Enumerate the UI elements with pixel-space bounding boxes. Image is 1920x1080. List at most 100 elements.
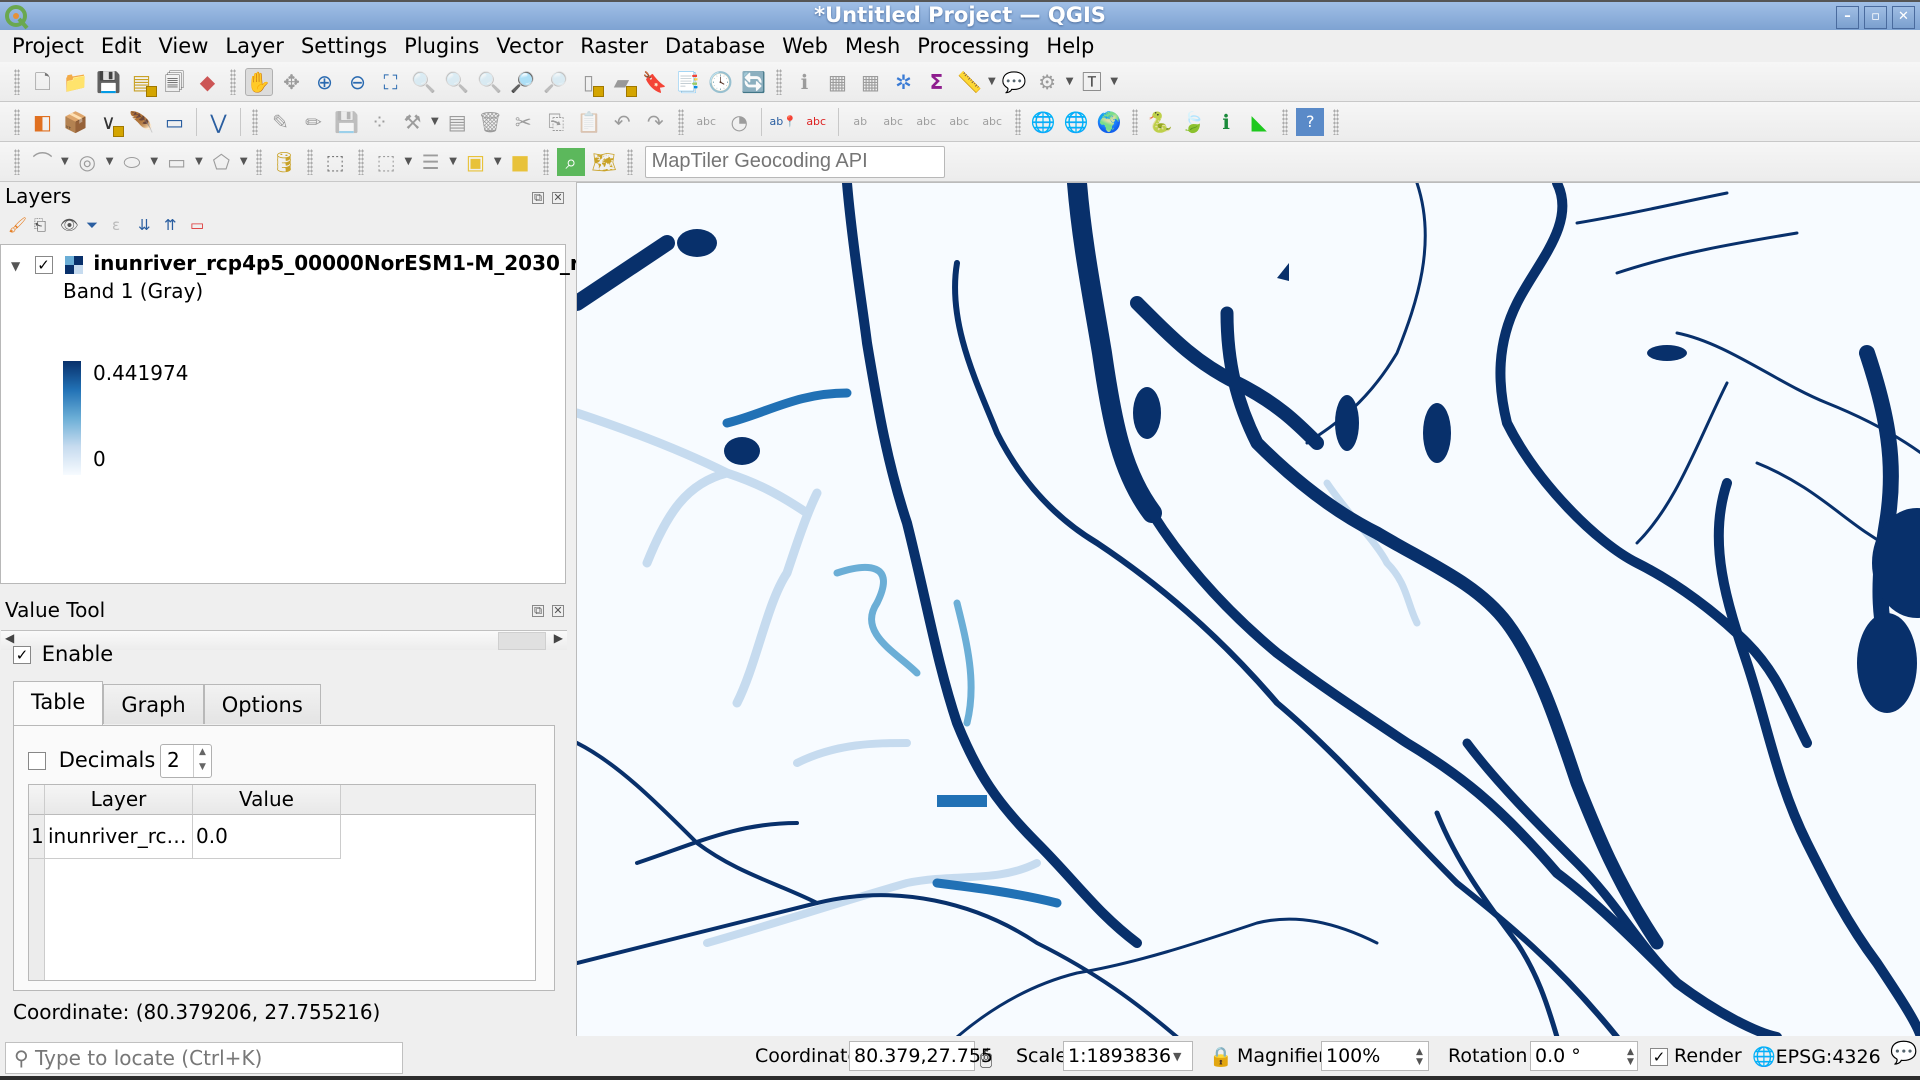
remove-layer-icon[interactable]: ▭ xyxy=(190,216,210,234)
layer-item[interactable]: ▼ ✓ inunriver_rcp4p5_00000NorESM1-M_2030… xyxy=(11,251,608,275)
style-manager-icon[interactable]: ◆ xyxy=(194,68,222,96)
deselect-all-icon[interactable]: ▣ xyxy=(461,148,489,176)
new-print-layout-icon[interactable]: ▤ xyxy=(128,68,157,97)
python-console-icon[interactable]: 🐍 xyxy=(1146,108,1174,136)
magnifier-spin-icon[interactable]: ▲ ▼ xyxy=(1416,1047,1423,1067)
modify-attributes-icon[interactable]: ▤ xyxy=(443,108,471,136)
table-cell-value[interactable]: 0.0 xyxy=(193,815,341,859)
measure-dropdown-icon[interactable]: ▼ xyxy=(988,76,996,87)
rotation-field[interactable]: 0.0 ° xyxy=(1530,1041,1638,1071)
text-annotation-icon[interactable]: 🅃 xyxy=(1078,68,1106,96)
select-features-icon[interactable]: ⬚ xyxy=(372,148,400,176)
filter-expression-icon[interactable]: ε xyxy=(112,216,132,234)
digitize-rectangle-dropdown-icon[interactable]: ▼ xyxy=(195,156,203,167)
geocoding-search-input[interactable] xyxy=(644,145,945,178)
add-point-icon[interactable]: ⁘ xyxy=(366,108,394,136)
metasearch-find-icon[interactable]: 🌐 xyxy=(1062,108,1090,136)
digitize-curve-dropdown-icon[interactable]: ▼ xyxy=(61,156,69,167)
panel-close-icon[interactable]: ✕ xyxy=(552,192,564,204)
statistics-sum-icon[interactable]: Σ xyxy=(923,68,951,96)
filter-legend-icon[interactable]: ⏷ xyxy=(86,216,106,234)
lock-scale-icon[interactable]: 🔒 xyxy=(1209,1045,1233,1068)
menu-settings[interactable]: Settings xyxy=(289,30,392,60)
show-hide-labels-icon[interactable]: abc xyxy=(879,108,907,136)
save-edits-icon[interactable]: 💾 xyxy=(333,108,361,136)
zoom-next-icon[interactable]: 🔎 xyxy=(542,68,570,96)
pin-labels-icon[interactable]: ab📍 xyxy=(769,108,797,136)
save-project-icon[interactable]: 💾 xyxy=(95,68,123,96)
openlayers-search-icon[interactable]: 🌍 xyxy=(1095,108,1123,136)
render-toggle[interactable]: ✓ Render xyxy=(1650,1045,1742,1067)
decimals-spinbox[interactable]: 2 ▲ ▼ xyxy=(160,744,212,778)
layer-visibility-checkbox[interactable]: ✓ xyxy=(34,255,53,274)
zoom-to-selection-icon[interactable]: 🔍 xyxy=(410,68,438,96)
field-calculator-icon[interactable]: ▦ xyxy=(857,68,885,96)
new-virtual-layer-icon[interactable]: ⋁ xyxy=(205,108,233,136)
digitize-circle-dropdown-icon[interactable]: ▼ xyxy=(106,156,114,167)
enable-checkbox[interactable]: ✓ xyxy=(13,646,31,664)
move-label-icon[interactable]: ab xyxy=(846,108,874,136)
manage-themes-icon[interactable]: 👁 xyxy=(60,216,80,234)
layer-diagram-icon[interactable]: ◔ xyxy=(725,108,753,136)
vertex-dropdown-icon[interactable]: ▼ xyxy=(431,116,439,127)
move-label-2-icon[interactable]: abc xyxy=(912,108,940,136)
new-spatialite-layer-icon[interactable]: 🪶 xyxy=(128,108,156,136)
pan-map-icon[interactable]: ✋ xyxy=(244,67,273,96)
enable-row[interactable]: ✓ Enable xyxy=(13,642,113,666)
deselect-dropdown-icon[interactable]: ▼ xyxy=(494,156,502,167)
menu-project[interactable]: Project xyxy=(0,30,89,60)
digitize-curve-icon[interactable]: ⌒ xyxy=(29,148,57,176)
coordinate-field[interactable]: 80.379,27.755 xyxy=(849,1041,993,1071)
menu-raster[interactable]: Raster xyxy=(568,30,653,60)
minimize-button[interactable]: – xyxy=(1836,6,1859,29)
expand-all-icon[interactable]: ⇊ xyxy=(138,216,158,234)
tab-graph[interactable]: Graph xyxy=(103,684,204,724)
layer-name[interactable]: inunriver_rcp4p5_00000NorESM1-M_2030_rp0 xyxy=(93,251,608,275)
digitize-ellipse-dropdown-icon[interactable]: ▼ xyxy=(150,156,158,167)
zoom-out-icon[interactable]: ⊖ xyxy=(344,68,372,96)
menu-vector[interactable]: Vector xyxy=(484,30,568,60)
plugin-layers-icon[interactable]: 🍃 xyxy=(1179,108,1207,136)
undo-icon[interactable]: ↶ xyxy=(608,108,636,136)
delete-selected-icon[interactable]: 🗑 xyxy=(476,108,504,136)
digitize-polygon-dropdown-icon[interactable]: ▼ xyxy=(240,156,248,167)
magnifier-field[interactable]: 100% xyxy=(1321,1041,1429,1071)
messages-icon[interactable]: 💬 xyxy=(1890,1041,1917,1066)
cut-features-icon[interactable]: ✂ xyxy=(509,108,537,136)
map-canvas[interactable] xyxy=(576,182,1920,1036)
copy-features-icon[interactable]: ⎘ xyxy=(542,108,570,136)
flood-raster-layer[interactable] xyxy=(577,183,1920,1036)
zoom-in-icon[interactable]: ⊕ xyxy=(311,68,339,96)
digitize-ellipse-icon[interactable]: ⬭ xyxy=(118,148,146,176)
locate-plugin-icon[interactable]: ⌕ xyxy=(557,147,586,176)
new-geopackage-layer-icon[interactable]: 📦 xyxy=(62,108,90,136)
table-cell-layer[interactable]: inunriver_rc… xyxy=(45,815,193,859)
digitize-circle-icon[interactable]: ◎ xyxy=(73,148,101,176)
collapse-all-icon[interactable]: ⇈ xyxy=(164,216,184,234)
annotation-dropdown-icon[interactable]: ▼ xyxy=(1110,76,1118,87)
pan-to-selection-icon[interactable]: ✥ xyxy=(278,68,306,96)
expand-arrow-icon[interactable]: ▼ xyxy=(11,259,20,273)
paste-features-icon[interactable]: 📋 xyxy=(575,108,603,136)
actions-dropdown-icon[interactable]: ▼ xyxy=(1066,76,1074,87)
identify-features-icon[interactable]: ℹ xyxy=(791,68,819,96)
panel-float-icon[interactable]: ⧉ xyxy=(532,605,544,617)
map-tips-icon[interactable]: 💬 xyxy=(1000,68,1028,96)
close-button[interactable]: ✕ xyxy=(1892,6,1915,29)
refresh-icon[interactable]: 🔄 xyxy=(740,68,768,96)
select-value-dropdown-icon[interactable]: ▼ xyxy=(449,156,457,167)
select-dropdown-icon[interactable]: ▼ xyxy=(405,156,413,167)
toolbox-icon[interactable]: ✲ xyxy=(890,68,918,96)
menu-layer[interactable]: Layer xyxy=(213,30,289,60)
new-3d-map-view-icon[interactable]: ▰ xyxy=(608,68,637,97)
new-shapefile-layer-icon[interactable]: ∨ xyxy=(95,108,124,137)
change-label-icon[interactable]: abc xyxy=(978,108,1006,136)
tab-options[interactable]: Options xyxy=(203,684,321,724)
highlight-labels-icon[interactable]: abc xyxy=(802,108,830,136)
select-by-value-icon[interactable]: ☰ xyxy=(417,148,445,176)
menu-processing[interactable]: Processing xyxy=(905,30,1034,60)
help-icon[interactable]: ? xyxy=(1296,107,1325,136)
new-temporary-layer-icon[interactable]: ▭ xyxy=(161,108,189,136)
rotate-label-icon[interactable]: abc xyxy=(945,108,973,136)
vertex-tool-icon[interactable]: ⚒ xyxy=(399,108,427,136)
